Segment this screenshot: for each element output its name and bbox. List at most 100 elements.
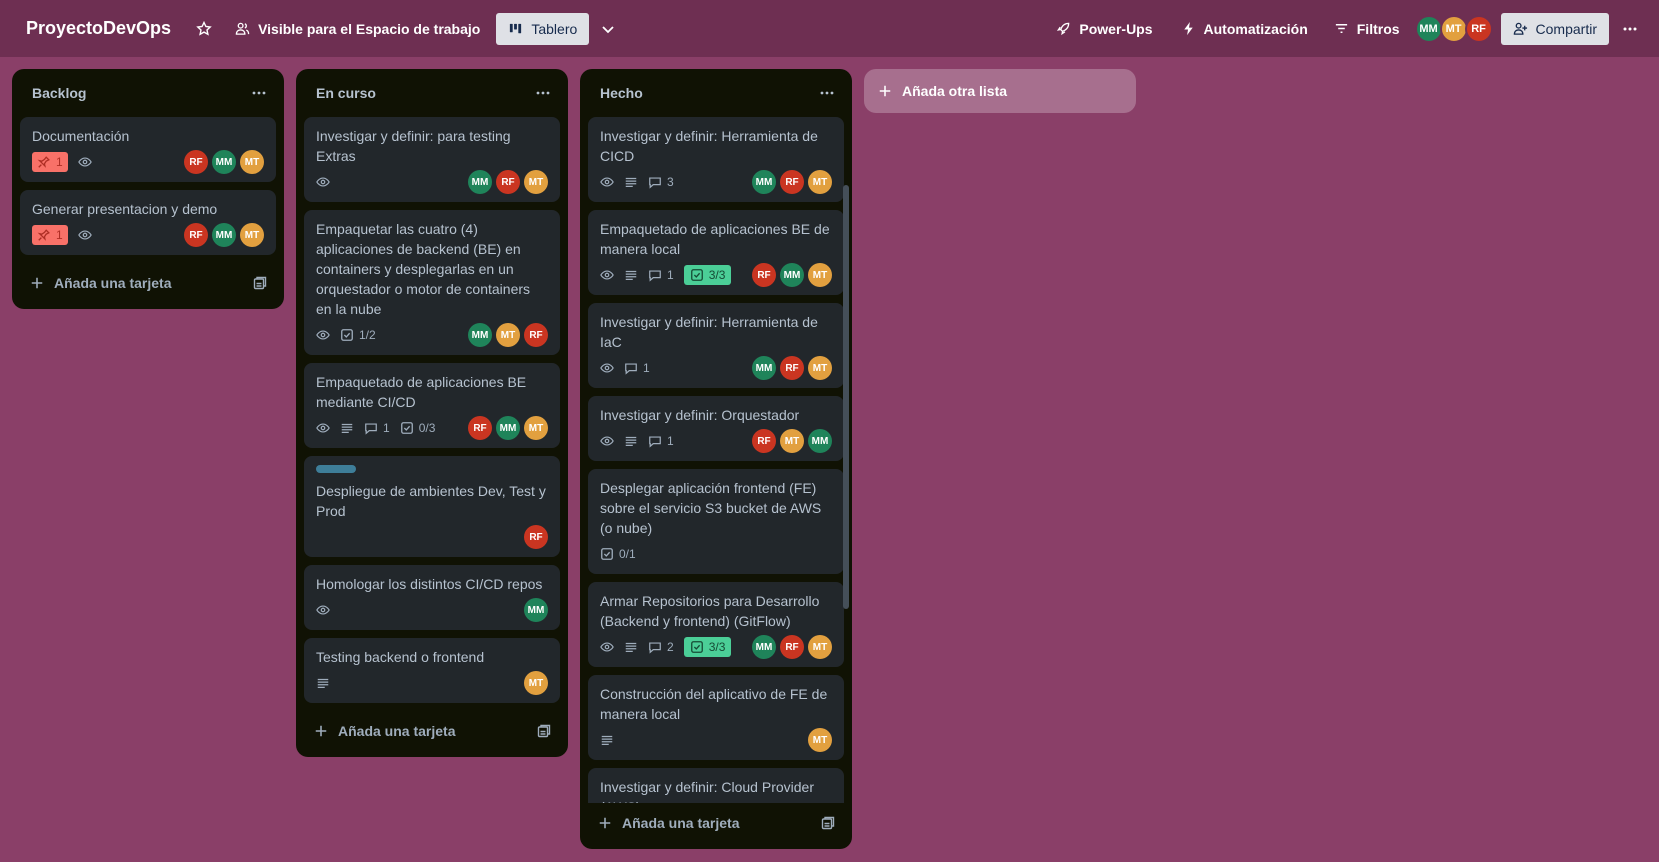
card[interactable]: Despliegue de ambientes Dev, Test y Prod… — [304, 456, 560, 557]
avatar[interactable]: MM — [1414, 14, 1443, 43]
card-members: RF MM MT — [184, 150, 264, 174]
avatar[interactable]: MM — [752, 635, 776, 659]
create-from-template-icon[interactable] — [536, 723, 552, 739]
avatar[interactable]: MT — [808, 170, 832, 194]
avatar[interactable]: MM — [752, 356, 776, 380]
add-card-row: Añada una tarjeta — [20, 265, 276, 301]
card[interactable]: Desplegar aplicación frontend (FE) sobre… — [588, 469, 844, 574]
notification-badge[interactable]: 1 — [32, 152, 68, 172]
card[interactable]: Empaquetado de aplicaciones BE de manera… — [588, 210, 844, 295]
card-title: Investigar y definir: Herramienta de IaC — [600, 314, 818, 350]
list-title[interactable]: Hecho — [600, 85, 643, 101]
avatar[interactable]: RF — [524, 525, 548, 549]
team-icon — [235, 22, 250, 35]
add-user-icon — [1513, 22, 1527, 35]
avatar[interactable]: MM — [808, 429, 832, 453]
card[interactable]: Investigar y definir: Herramienta de CIC… — [588, 117, 844, 202]
avatar[interactable]: MT — [808, 728, 832, 752]
avatar[interactable]: MT — [808, 356, 832, 380]
avatar[interactable]: MM — [212, 150, 236, 174]
card-members: MM MT RF — [468, 323, 548, 347]
list-menu-icon[interactable] — [530, 80, 556, 106]
checklist-progress: 1/2 — [359, 328, 376, 342]
avatar[interactable]: RF — [752, 429, 776, 453]
card-members: RF MM MT — [468, 416, 548, 440]
add-card-button[interactable]: Añada una tarjeta — [598, 815, 739, 831]
card[interactable]: Testing backend o frontend MT — [304, 638, 560, 703]
avatar[interactable]: MM — [212, 223, 236, 247]
avatar[interactable]: MT — [808, 263, 832, 287]
avatar[interactable]: MT — [496, 323, 520, 347]
add-card-button[interactable]: Añada una tarjeta — [314, 723, 455, 739]
card[interactable]: Empaquetar las cuatro (4) aplicaciones d… — [304, 210, 560, 355]
rocket-icon — [1057, 22, 1070, 36]
avatar[interactable]: RF — [184, 223, 208, 247]
card[interactable]: Empaquetado de aplicaciones BE mediante … — [304, 363, 560, 448]
card[interactable]: Investigar y definir: Orquestador 1 RF MT MM — [588, 396, 844, 461]
notification-badge[interactable]: 1 — [32, 225, 68, 245]
board-view-button[interactable]: Tablero — [496, 12, 590, 45]
card[interactable]: Armar Repositorios para Desarrollo (Back… — [588, 582, 844, 667]
filters-button[interactable]: Filtros — [1326, 13, 1408, 45]
view-switcher-chevron-down-icon[interactable] — [593, 14, 623, 44]
eye-icon — [316, 600, 330, 620]
avatar[interactable]: RF — [780, 356, 804, 380]
description-icon — [624, 172, 638, 192]
list-scrollbar[interactable] — [843, 185, 849, 609]
more-options-icon[interactable] — [1615, 14, 1645, 44]
avatar[interactable]: MM — [752, 170, 776, 194]
avatar[interactable]: MM — [524, 598, 548, 622]
card-footer: 3 MM RF MT — [600, 170, 832, 194]
avatar[interactable]: MM — [468, 323, 492, 347]
avatar[interactable]: MT — [524, 416, 548, 440]
powerups-button[interactable]: Power-Ups — [1048, 13, 1160, 45]
avatar[interactable]: MM — [468, 170, 492, 194]
card[interactable]: Investigar y definir: Cloud Provider (AW… — [588, 768, 844, 803]
share-button[interactable]: Compartir — [1500, 12, 1609, 45]
avatar[interactable]: RF — [496, 170, 520, 194]
description-icon — [600, 730, 614, 750]
card[interactable]: Investigar y definir: Herramienta de IaC… — [588, 303, 844, 388]
card-members: MM RF MT — [752, 170, 832, 194]
create-from-template-icon[interactable] — [820, 815, 836, 831]
star-icon[interactable] — [189, 14, 219, 44]
list-title[interactable]: Backlog — [32, 85, 86, 101]
card-list: Documentación 1 RF MM MT Generar presentacion… — [20, 117, 276, 263]
list-menu-icon[interactable] — [814, 80, 840, 106]
avatar[interactable]: MT — [524, 671, 548, 695]
avatar[interactable]: RF — [524, 323, 548, 347]
card[interactable]: Generar presentacion y demo 1 RF MM MT — [20, 190, 276, 255]
visibility-button[interactable]: Visible para el Espacio de trabajo — [227, 13, 488, 45]
card[interactable]: Homologar los distintos CI/CD repos MM — [304, 565, 560, 630]
card[interactable]: Documentación 1 RF MM MT — [20, 117, 276, 182]
comment-count: 1 — [667, 268, 674, 282]
list-title[interactable]: En curso — [316, 85, 376, 101]
list-menu-icon[interactable] — [246, 80, 272, 106]
card-label[interactable] — [316, 465, 356, 473]
avatar[interactable]: MT — [1439, 14, 1468, 43]
avatar[interactable]: MT — [240, 223, 264, 247]
avatar[interactable]: MT — [524, 170, 548, 194]
card-footer: 1 RF MM MT — [32, 150, 264, 174]
avatar[interactable]: MT — [780, 429, 804, 453]
card[interactable]: Construcción del aplicativo de FE de man… — [588, 675, 844, 760]
avatar[interactable]: RF — [1464, 14, 1493, 43]
add-card-button[interactable]: Añada una tarjeta — [30, 275, 171, 291]
avatar[interactable]: RF — [780, 170, 804, 194]
avatar[interactable]: MM — [496, 416, 520, 440]
board-title[interactable]: ProyectoDevOps — [26, 18, 171, 39]
avatar[interactable]: RF — [780, 635, 804, 659]
card-title: Despliegue de ambientes Dev, Test y Prod — [316, 483, 546, 519]
avatar[interactable]: MM — [780, 263, 804, 287]
automation-button[interactable]: Automatización — [1173, 13, 1316, 45]
avatar[interactable]: RF — [752, 263, 776, 287]
avatar[interactable]: MT — [808, 635, 832, 659]
card[interactable]: Investigar y definir: para testing Extra… — [304, 117, 560, 202]
card-title: Homologar los distintos CI/CD repos — [316, 576, 543, 592]
avatar[interactable]: RF — [184, 150, 208, 174]
add-list-button[interactable]: Añada otra lista — [864, 69, 1136, 113]
avatar[interactable]: RF — [468, 416, 492, 440]
avatar[interactable]: MT — [240, 150, 264, 174]
create-from-template-icon[interactable] — [252, 275, 268, 291]
checklist-icon — [400, 421, 414, 435]
